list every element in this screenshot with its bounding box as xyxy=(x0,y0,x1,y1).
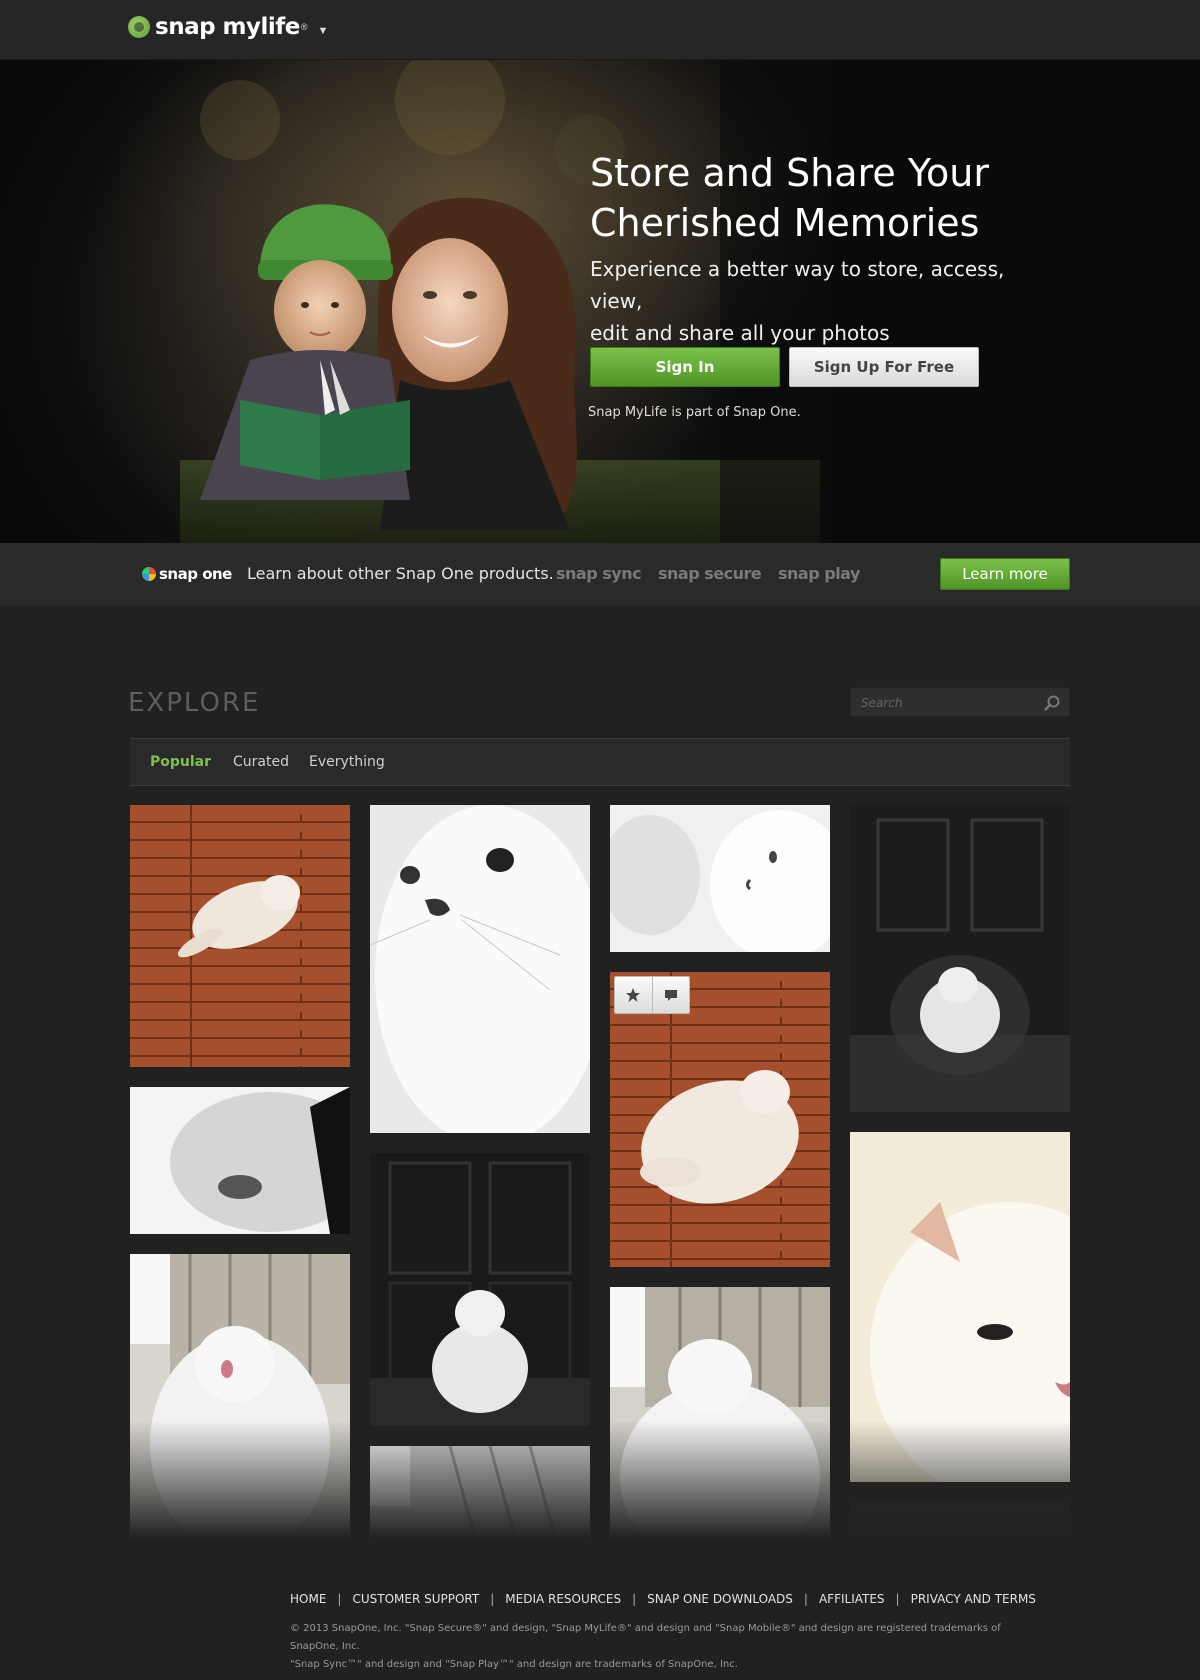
photo-cat-window-licking[interactable] xyxy=(130,1254,350,1554)
hero-subtitle-line1: Experience a better way to store, access… xyxy=(590,257,1005,313)
sign-in-button[interactable]: Sign In xyxy=(590,347,780,387)
photo-white-cat-face-bw[interactable] xyxy=(370,805,590,1133)
hero-title-line2: Cherished Memories xyxy=(590,201,980,245)
comment-icon xyxy=(664,990,677,1001)
footer-link-privacy-and-terms[interactable]: PRIVACY AND TERMS xyxy=(911,1592,1036,1606)
footer-link-customer-support[interactable]: CUSTOMER SUPPORT xyxy=(352,1592,479,1606)
footer-link-home[interactable]: HOME xyxy=(290,1592,326,1606)
dropdown-caret-icon[interactable]: ▼ xyxy=(318,25,329,37)
snap-play-link[interactable]: snap play xyxy=(778,564,860,583)
logo-registered-mark: ® xyxy=(300,22,308,32)
hero-subtitle-line2: edit and share all your photos xyxy=(590,321,890,345)
footer-separator: | xyxy=(337,1592,342,1606)
footer-link-media-resources[interactable]: MEDIA RESOURCES xyxy=(505,1592,621,1606)
snap-one-bar: snap one Learn about other Snap One prod… xyxy=(0,543,1200,607)
tab-everything[interactable]: Everything xyxy=(309,754,385,770)
photo-action-buttons xyxy=(614,976,690,1014)
hero-banner: Store and Share Your Cherished Memories … xyxy=(0,60,1200,543)
photo-cat-closeup-color[interactable] xyxy=(850,1132,1070,1482)
learn-more-button[interactable]: Learn more xyxy=(940,558,1070,590)
explore-title: EXPLORE xyxy=(128,688,261,718)
star-icon xyxy=(626,988,641,1002)
logo-text: snap mylife xyxy=(155,14,300,40)
photo-cat-window-3[interactable] xyxy=(610,1287,830,1557)
footer-separator: | xyxy=(632,1592,637,1606)
snap-secure-link[interactable]: snap secure xyxy=(658,564,762,583)
hero-note: Snap MyLife is part of Snap One. xyxy=(588,405,801,420)
photo-cat-at-dark-door-1[interactable] xyxy=(370,1153,590,1426)
photo-cat-closeup-bw[interactable] xyxy=(130,1087,350,1234)
photo-cat-lying-on-wood[interactable] xyxy=(610,972,830,1267)
favorite-star-button[interactable] xyxy=(615,977,652,1013)
photo-cat-at-dark-door-2[interactable] xyxy=(850,805,1070,1112)
tab-curated[interactable]: Curated xyxy=(233,754,289,770)
top-bar: snap mylife ® ▼ xyxy=(0,0,1200,60)
photo-cat-window-2[interactable] xyxy=(370,1446,590,1556)
tab-popular[interactable]: Popular xyxy=(150,754,211,770)
comment-button[interactable] xyxy=(651,977,689,1013)
sign-up-button[interactable]: Sign Up For Free xyxy=(789,347,979,387)
copyright-notice: © 2013 SnapOne, Inc. "Snap Secure®" and … xyxy=(290,1620,1050,1674)
hero-subtitle: Experience a better way to store, access… xyxy=(590,253,1050,349)
footer-link-affiliates[interactable]: AFFILIATES xyxy=(819,1592,885,1606)
snap-one-logo[interactable]: snap one xyxy=(142,565,232,583)
snap-sync-link[interactable]: snap sync xyxy=(556,564,642,583)
snap-mylife-logo-icon xyxy=(128,16,150,38)
snap-one-blurb: Learn about other Snap One products. xyxy=(247,564,554,583)
photo-placeholder-faded[interactable] xyxy=(850,1502,1070,1557)
copyright-line1: © 2013 SnapOne, Inc. "Snap Secure®" and … xyxy=(290,1623,1001,1652)
hero-title-line1: Store and Share Your xyxy=(590,151,989,195)
photo-cat-on-wood-floor[interactable] xyxy=(130,805,350,1067)
hero-title: Store and Share Your Cherished Memories xyxy=(590,148,1050,248)
footer-separator: | xyxy=(895,1592,900,1606)
footer-separator: | xyxy=(490,1592,495,1606)
footer-links: HOME | CUSTOMER SUPPORT | MEDIA RESOURCE… xyxy=(290,1592,1036,1606)
photo-cat-profile-bw[interactable] xyxy=(610,805,830,952)
search-icon[interactable] xyxy=(1043,694,1061,712)
footer-link-snap-one-downloads[interactable]: SNAP ONE DOWNLOADS xyxy=(647,1592,793,1606)
explore-tabs: Popular Curated Everything xyxy=(130,738,1070,786)
copyright-line2: "Snap Sync™" and design and "Snap Play™"… xyxy=(290,1659,738,1670)
footer-separator: | xyxy=(803,1592,808,1606)
snap-mylife-logo[interactable]: snap mylife ® ▼ xyxy=(128,14,328,40)
snap-one-logo-icon xyxy=(142,567,156,581)
search-input[interactable] xyxy=(861,694,1031,712)
snap-one-logo-text: snap one xyxy=(159,565,232,583)
search-box xyxy=(850,687,1070,717)
